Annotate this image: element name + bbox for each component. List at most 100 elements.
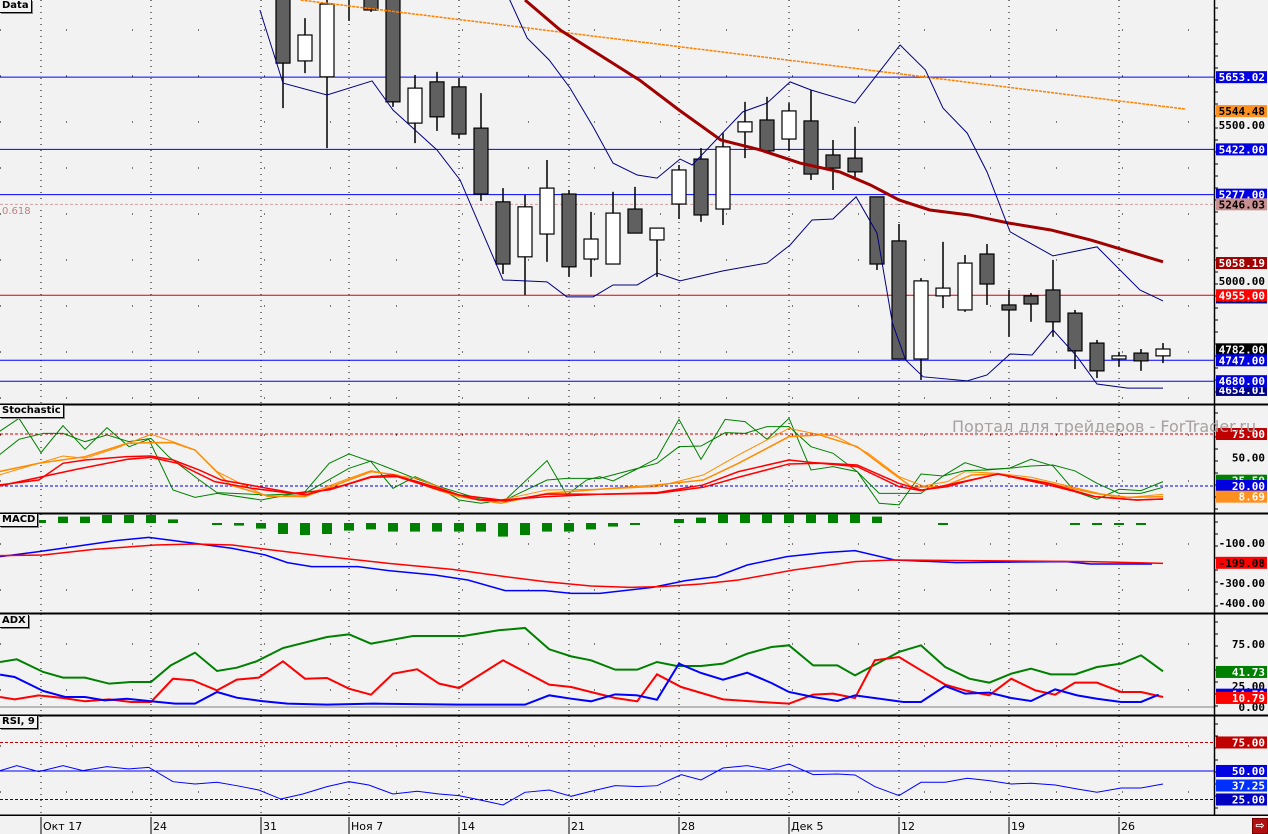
candle-bullish bbox=[407, 87, 423, 124]
candle-bullish bbox=[913, 280, 929, 360]
candle-bearish bbox=[759, 119, 775, 152]
macd-histogram-bar bbox=[146, 515, 156, 523]
axis-value-label: 5500.00 bbox=[1219, 119, 1265, 132]
candle-bearish bbox=[1067, 312, 1083, 352]
macd-histogram-bar bbox=[344, 523, 354, 531]
candle-bearish bbox=[847, 157, 863, 173]
macd-histogram-bar bbox=[696, 517, 706, 523]
macd-histogram-bar bbox=[454, 523, 464, 532]
axis-value-label: 41.73 bbox=[1232, 666, 1265, 679]
macd-histogram-bar bbox=[784, 514, 794, 523]
macd-histogram-bar bbox=[630, 523, 640, 525]
macd-histogram-bar bbox=[102, 515, 112, 523]
macd-histogram-bar bbox=[124, 515, 134, 523]
axis-value-label: 37.25 bbox=[1232, 780, 1265, 793]
axis-value-label: 5544.48 bbox=[1219, 105, 1265, 118]
candle-bearish bbox=[979, 253, 995, 285]
axis-value-label: 75.00 bbox=[1232, 638, 1265, 651]
axis-value-label: 75.00 bbox=[1232, 736, 1265, 749]
macd-histogram-bar bbox=[850, 514, 860, 523]
candle-bullish bbox=[1155, 348, 1171, 357]
macd-histogram-bar bbox=[1114, 523, 1124, 525]
candle-bullish bbox=[319, 3, 335, 78]
candle-bullish bbox=[935, 287, 951, 297]
macd-histogram-bar bbox=[234, 523, 244, 526]
x-axis-label: 19 bbox=[1011, 820, 1025, 833]
axis-value-label: -400.00 bbox=[1219, 597, 1265, 610]
axis-value-label: -199.08 bbox=[1219, 557, 1265, 570]
macd-histogram-bar bbox=[410, 523, 420, 532]
axis-value-label: 5000.00 bbox=[1219, 275, 1265, 288]
macd-histogram-bar bbox=[80, 516, 90, 523]
exit-icon[interactable]: ⇨ bbox=[1252, 818, 1268, 834]
candle-bullish bbox=[539, 187, 555, 235]
macd-histogram-bar bbox=[1092, 523, 1102, 525]
macd-histogram-bar bbox=[1136, 523, 1146, 525]
axis-value-label: 4680.00 bbox=[1219, 375, 1265, 388]
macd-histogram-bar bbox=[278, 523, 288, 534]
candle-bearish bbox=[385, 0, 401, 103]
macd-histogram-bar bbox=[542, 523, 552, 532]
macd-histogram-bar bbox=[300, 523, 310, 535]
candle-bearish bbox=[429, 81, 445, 118]
x-axis-label: Окт 17 bbox=[43, 820, 82, 833]
macd-histogram-bar bbox=[322, 523, 332, 534]
macd-histogram-bar bbox=[608, 523, 618, 527]
macd-histogram-bar bbox=[498, 523, 508, 537]
candle-bullish bbox=[605, 212, 621, 265]
candle-bearish bbox=[275, 0, 291, 64]
candle-bullish bbox=[649, 227, 665, 241]
panel-label-stochastic: Stochastic bbox=[0, 405, 64, 418]
candle-bearish bbox=[1001, 304, 1017, 311]
x-axis-label: 12 bbox=[901, 820, 915, 833]
candle-bullish bbox=[297, 34, 313, 62]
candle-bearish bbox=[1023, 295, 1039, 305]
axis-value-label: -100.00 bbox=[1219, 537, 1265, 550]
x-axis bbox=[0, 816, 1268, 834]
panel-label-data: Data bbox=[0, 0, 32, 13]
x-axis-label: 26 bbox=[1121, 820, 1135, 833]
x-axis-label: 14 bbox=[461, 820, 475, 833]
macd-histogram-bar bbox=[674, 519, 684, 523]
axis-value-label: 8.69 bbox=[1239, 491, 1266, 504]
candle-bullish bbox=[957, 262, 973, 311]
macd-histogram-bar bbox=[806, 514, 816, 523]
axis-value-label: 5422.00 bbox=[1219, 143, 1265, 156]
axis-value-label: 50.00 bbox=[1232, 765, 1265, 778]
macd-histogram-bar bbox=[212, 523, 222, 525]
macd-histogram-bar bbox=[1070, 523, 1080, 525]
macd-histogram-bar bbox=[366, 523, 376, 530]
macd-histogram-bar bbox=[58, 516, 68, 523]
macd-histogram-bar bbox=[762, 514, 772, 523]
macd-histogram-bar bbox=[718, 514, 728, 523]
candle-bearish bbox=[869, 196, 885, 265]
x-axis-label: 31 bbox=[263, 820, 277, 833]
macd-histogram-bar bbox=[256, 523, 266, 529]
axis-value-label: 5653.02 bbox=[1219, 71, 1265, 84]
candle-bullish bbox=[781, 110, 797, 140]
axis-value-label: 25.00 bbox=[1232, 793, 1265, 806]
macd-histogram-bar bbox=[828, 514, 838, 523]
axis-value-label: 5246.03 bbox=[1219, 198, 1265, 211]
candle-bullish bbox=[737, 121, 753, 133]
candle-bullish bbox=[517, 206, 533, 258]
candle-bearish bbox=[1045, 289, 1061, 323]
axis-value-label: 5058.19 bbox=[1219, 257, 1265, 270]
macd-histogram-bar bbox=[740, 514, 750, 523]
axis-value-label: 50.00 bbox=[1232, 452, 1265, 465]
macd-histogram-bar bbox=[520, 523, 530, 535]
candle-bearish bbox=[473, 127, 489, 195]
macd-histogram-bar bbox=[432, 523, 442, 532]
x-axis-label: Дек 5 bbox=[791, 820, 824, 833]
fibonacci-label: 0.618 bbox=[2, 206, 31, 217]
watermark: Портал для трейдеров - ForTrader.ru bbox=[952, 417, 1257, 436]
macd-histogram-bar bbox=[938, 523, 948, 525]
candle-bearish bbox=[561, 193, 577, 268]
macd-histogram-bar bbox=[476, 523, 486, 532]
x-axis-label: 21 bbox=[571, 820, 585, 833]
macd-histogram-bar bbox=[872, 516, 882, 523]
macd-histogram-bar bbox=[586, 523, 596, 530]
candle-bullish bbox=[715, 146, 731, 210]
axis-value-label: 4747.00 bbox=[1219, 354, 1265, 367]
axis-value-label: 4955.00 bbox=[1219, 289, 1265, 302]
